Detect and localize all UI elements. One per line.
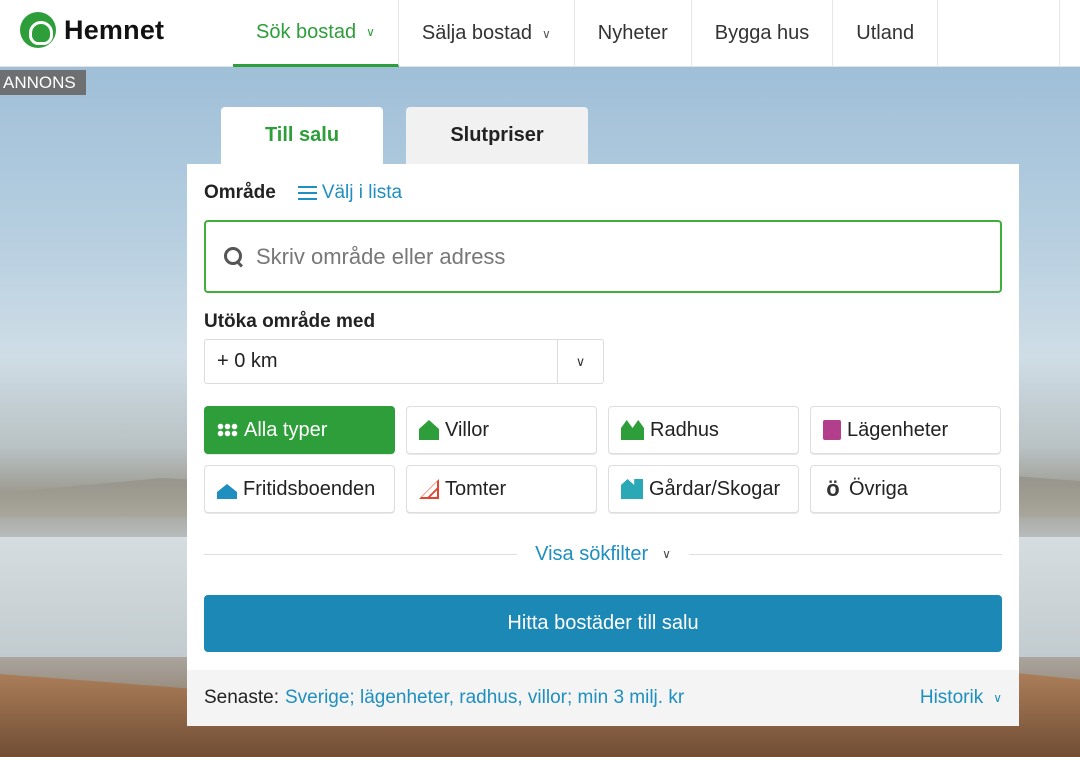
nav-item-sok-bostad[interactable]: Sök bostad ∨ <box>233 0 399 67</box>
list-icon <box>297 186 317 200</box>
grid-dots-icon <box>217 423 238 437</box>
type-button-fritidsboenden[interactable]: Fritidsboenden <box>204 465 395 513</box>
main-nav: Sök bostad ∨ Sälja bostad ∨ Nyheter Bygg… <box>233 0 1061 67</box>
plot-icon <box>419 479 439 499</box>
type-label: Villor <box>445 418 490 441</box>
vacation-house-icon <box>217 484 237 499</box>
townhouse-icon <box>621 420 644 440</box>
house-icon <box>419 420 439 440</box>
type-label: Radhus <box>650 418 719 441</box>
type-button-radhus[interactable]: Radhus <box>608 406 799 454</box>
history-toggle[interactable]: Historik ∨ <box>920 687 1002 709</box>
type-button-villor[interactable]: Villor <box>406 406 597 454</box>
divider <box>688 553 1002 555</box>
site-header: Hemnet Sök bostad ∨ Sälja bostad ∨ Nyhet… <box>0 0 1080 67</box>
search-icon <box>224 246 244 267</box>
nav-item-salja-bostad[interactable]: Sälja bostad ∨ <box>399 0 575 67</box>
nav-spacer <box>938 0 1061 67</box>
divider <box>204 553 518 555</box>
type-label: Lägenheter <box>847 418 949 441</box>
type-button-tomter[interactable]: Tomter <box>406 465 597 513</box>
nav-label: Nyheter <box>597 22 668 44</box>
farm-icon <box>621 479 643 499</box>
type-label: Fritidsboenden <box>243 477 376 500</box>
extend-area-label: Utöka område med <box>204 311 376 332</box>
chevron-down-icon: ∨ <box>541 26 551 41</box>
search-card: Område Välj i lista Utöka område med + 0… <box>187 164 1019 726</box>
ad-label: ANNONS <box>0 70 86 95</box>
chevron-down-icon: ∨ <box>366 25 375 39</box>
recent-label: Senaste: <box>204 687 279 708</box>
property-type-grid: Alla typer Villor Radhus Lägenheter Frit… <box>204 406 1002 513</box>
search-submit-button[interactable]: Hitta bostäder till salu <box>204 595 1002 652</box>
type-button-lagenheter[interactable]: Lägenheter <box>810 406 1001 454</box>
show-filters-label: Visa sökfilter <box>535 542 649 565</box>
type-button-gardar-skogar[interactable]: Gårdar/Skogar <box>608 465 799 513</box>
show-filters-toggle[interactable]: Visa sökfilter ∨ <box>517 543 689 566</box>
logo-text: Hemnet <box>64 14 165 45</box>
type-button-ovriga[interactable]: ö Övriga <box>810 465 1001 513</box>
nav-label: Sök bostad <box>256 20 357 43</box>
chevron-down-icon: ∨ <box>662 547 671 561</box>
type-label: Tomter <box>445 477 507 500</box>
chevron-down-icon[interactable]: ∨ <box>557 340 603 383</box>
type-label: Alla typer <box>244 418 328 441</box>
apartment-icon <box>823 420 841 440</box>
nav-item-utland[interactable]: Utland <box>833 0 939 67</box>
choose-from-list-label: Välj i lista <box>321 182 403 203</box>
nav-item-nyheter[interactable]: Nyheter <box>575 0 692 67</box>
type-button-alla-typer[interactable]: Alla typer <box>204 406 395 454</box>
area-row: Område Välj i lista <box>204 182 402 204</box>
other-icon: ö <box>826 476 840 501</box>
search-box <box>204 220 1002 293</box>
recent-search-link[interactable]: Sverige; lägenheter, radhus, villor; min… <box>285 687 684 709</box>
type-label: Övriga <box>849 477 908 500</box>
history-label: Historik <box>919 687 984 708</box>
nav-label: Utland <box>856 22 915 44</box>
extend-area-value: + 0 km <box>217 350 278 372</box>
nav-label: Sälja bostad <box>421 22 532 44</box>
tab-till-salu[interactable]: Till salu <box>221 107 383 164</box>
search-input[interactable] <box>256 243 956 270</box>
type-label: Gårdar/Skogar <box>649 477 781 500</box>
hemnet-logo-icon <box>20 12 56 48</box>
recent-searches-bar: Senaste: Sverige; lägenheter, radhus, vi… <box>187 670 1019 726</box>
chevron-down-icon: ∨ <box>993 691 1002 705</box>
tab-slutpriser[interactable]: Slutpriser <box>406 107 588 164</box>
hemnet-logo[interactable]: Hemnet <box>20 12 164 48</box>
area-label: Område <box>204 182 276 203</box>
nav-label: Bygga hus <box>714 22 810 44</box>
filter-toggle-row: Visa sökfilter ∨ <box>204 542 1002 566</box>
extend-area-select[interactable]: + 0 km ∨ <box>204 339 604 384</box>
choose-from-list-link[interactable]: Välj i lista <box>297 182 403 204</box>
nav-item-bygga-hus[interactable]: Bygga hus <box>692 0 834 67</box>
